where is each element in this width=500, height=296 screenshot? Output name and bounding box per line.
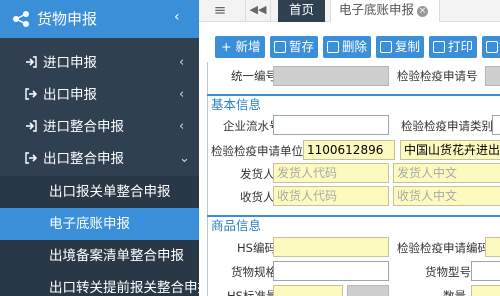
apply-unit-code-input[interactable]: 1100612896 [303,140,395,160]
add-button[interactable]: + 新增 [215,36,265,58]
tab-e-ledger[interactable]: 电子底账申报 × [330,0,440,22]
chevron-left-icon: ‹ [179,119,185,134]
sign-in-icon [26,56,37,68]
chevron-down-icon: ⌄ [179,151,190,166]
goods-model-label: 货物型号 [425,265,471,279]
print-label: 打印 [448,39,474,54]
consignor-cn-input[interactable]: 发货人中文 [393,163,500,183]
sign-in-icon [26,120,37,132]
save-draft-button[interactable]: 暂存 [270,36,318,58]
consignee-code-placeholder: 收货人代码 [277,189,338,203]
hs-std-label: HS标准量 [227,289,278,296]
save-draft-label: 暂存 [289,39,315,54]
sidebar-subitem-outbound-record[interactable]: 出境备案清单整合申报 [0,240,199,272]
sign-out-icon [25,88,37,100]
sidebar-subitem-e-ledger[interactable]: 电子底账申报 [0,208,199,240]
close-icon[interactable]: × [417,6,429,17]
quantity-input[interactable] [471,285,500,296]
print-icon [433,41,445,53]
copy-label: 复制 [395,39,421,54]
delete-label: 删除 [342,39,368,54]
apply-unit-label: 检验检疫申请单位 [211,144,303,158]
sidebar-item-import-integrated[interactable]: 进口整合申报 ‹ [0,112,199,142]
chevron-left-icon: ‹ [179,55,185,70]
inspection-no-field [485,66,500,86]
copy-button[interactable]: 复制 [376,36,424,58]
app-root: 货物申报 ‹ 进口申报 ‹ 出口申报 ‹ 进口整合申报 ‹ 出口整合申报 ⌄ 出… [0,0,500,296]
apply-unit-name-input[interactable]: 中国山货花卉进出口 [400,140,500,160]
hs-code-input[interactable] [273,237,389,257]
sidebar-subitem-export-transit[interactable]: 出口转关提前报关整合申报 [0,272,211,296]
chevron-left-icon[interactable]: ‹ [174,7,180,27]
sidebar-item-import-declare[interactable]: 进口申报 ‹ [0,48,199,78]
sidebar-item-export-integrated[interactable]: 出口整合申报 ⌄ [0,144,199,174]
apply-unit-code-value: 1100612896 [307,143,384,157]
sidebar-item-label: 出口整合申报 [43,151,124,167]
section-basic-info: 基本信息 [207,94,500,114]
sidebar-item-label: 进口申报 [43,55,97,71]
inspection-category-select[interactable] [492,115,500,135]
sidebar-item-label: 出口申报 [43,87,97,103]
toolbar: + 新增 暂存 删除 复制 打印 [199,22,500,62]
consignor-label: 发货人 [240,167,275,181]
sidebar-header[interactable]: 货物申报 ‹ [0,0,199,38]
sidebar: 货物申报 ‹ 进口申报 ‹ 出口申报 ‹ 进口整合申报 ‹ 出口整合申报 ⌄ 出… [0,0,211,296]
consignee-label: 收货人 [240,190,275,204]
enterprise-serial-input[interactable] [273,115,389,135]
enterprise-serial-label: 企业流水号 [223,119,281,133]
sidebar-subitem-label: 出口报关单整合申报 [49,184,171,200]
consignor-cn-placeholder: 发货人中文 [397,166,458,180]
more-icon [486,41,498,53]
consignor-code-placeholder: 发货人代码 [277,166,338,180]
tab-home-label: 首页 [288,2,314,17]
consignee-code-input[interactable]: 收货人代码 [273,186,389,206]
consignor-code-input[interactable]: 发货人代码 [273,163,389,183]
unified-no-field [273,66,389,86]
save-icon [274,41,286,53]
section-title: 基本信息 [211,97,262,112]
add-button-label: + 新增 [221,39,261,54]
sidebar-subitem-label: 出口转关提前报关整合申报 [49,280,211,296]
copy-icon [380,41,392,53]
print-button[interactable]: 打印 [429,36,477,58]
inspection-no-label: 检验检疫申请号 [397,69,478,83]
declaration-form: 统一编号 检验检疫申请号 基本信息 企业流水号 检验检疫申请类别 检验检疫申请单… [207,62,500,296]
consignee-cn-input[interactable]: 收货人中文 [393,186,500,206]
inspection-code-label: 检验检疫申请编码 [397,241,489,255]
apply-unit-name-value: 中国山货花卉进出口 [404,143,500,157]
tab-label: 电子底账申报 [339,2,415,17]
goods-spec-input[interactable] [273,261,389,281]
hs-code-label: HS编码 [237,241,276,255]
chevron-left-icon: ‹ [179,87,185,102]
unified-no-label: 统一编号 [231,69,277,83]
delete-button[interactable]: 删除 [323,36,371,58]
inspection-code-input[interactable] [485,237,500,257]
tab-home[interactable]: 首页 [278,0,325,22]
sidebar-subitem-label: 出境备案清单整合申报 [49,248,184,264]
nodes-icon [13,11,29,27]
section-goods-info: 商品信息 [207,215,500,235]
sidebar-item-label: 进口整合申报 [43,119,124,135]
more-button[interactable] [482,36,500,58]
hs-std-input[interactable] [273,285,343,296]
goods-model-input[interactable] [471,261,500,281]
sidebar-title: 货物申报 [37,10,98,28]
consignee-cn-placeholder: 收货人中文 [397,189,458,203]
inspection-category-label: 检验检疫申请类别 [401,119,493,133]
sidebar-item-export-declare[interactable]: 出口申报 ‹ [0,80,199,110]
scroll-left-icon[interactable]: ◀◀ [245,0,271,22]
menu-toggle-icon[interactable]: ≡ [209,0,231,22]
section-title: 商品信息 [211,218,262,233]
hs-std-unit-field [347,285,389,296]
sidebar-subitem-label: 电子底账申报 [49,216,130,232]
trash-icon [327,41,339,53]
quantity-label: 数量 [443,289,466,296]
sign-out-icon [25,152,37,164]
sidebar-subitem-export-customs[interactable]: 出口报关单整合申报 [0,176,199,208]
goods-spec-label: 货物规格 [231,265,277,279]
